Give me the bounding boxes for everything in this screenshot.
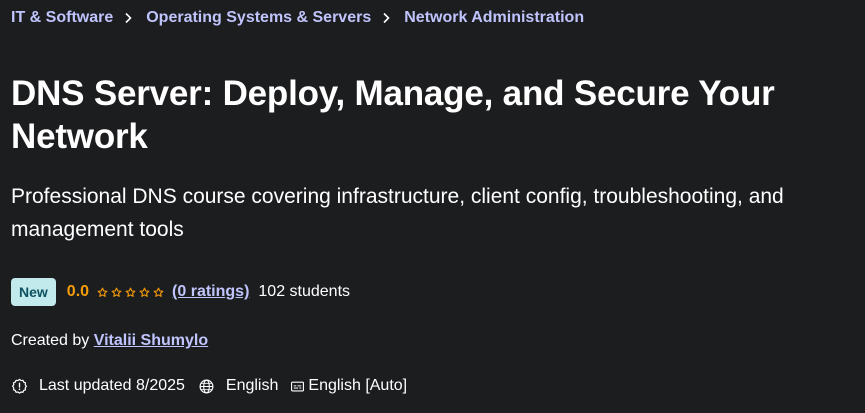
course-subtitle: Professional DNS course covering infrast… bbox=[11, 185, 784, 241]
globe-icon bbox=[199, 379, 214, 393]
breadcrumb-operating-systems-servers[interactable]: Operating Systems & Servers bbox=[146, 9, 371, 27]
created-by-label: Created by bbox=[11, 332, 90, 349]
language-text: English bbox=[225, 377, 279, 394]
created-by: Created by Vitalii Shumylo bbox=[11, 332, 208, 350]
star-outline-icon bbox=[153, 287, 164, 297]
chevron-right-icon bbox=[382, 12, 391, 24]
closed-captions-icon bbox=[291, 381, 305, 391]
rating-value: 0.0 bbox=[66, 283, 90, 300]
star-outline-icon bbox=[125, 287, 136, 297]
ratings-link[interactable]: (0 ratings) bbox=[172, 283, 249, 301]
course-title: DNS Server: Deploy, Manage, and Secure Y… bbox=[11, 74, 775, 156]
instructor-link[interactable]: Vitalii Shumylo bbox=[94, 332, 208, 349]
course-language: English bbox=[198, 377, 278, 395]
new-badge: New bbox=[11, 278, 56, 306]
star-outline-icon bbox=[111, 287, 122, 297]
captions-text: English [Auto] bbox=[308, 377, 408, 394]
star-outline-icon bbox=[97, 287, 108, 297]
breadcrumb: IT & Software Operating Systems & Server… bbox=[11, 9, 584, 27]
course-info-row: Last updated 8/2025 English English [Aut… bbox=[11, 377, 407, 395]
alert-badge-icon bbox=[12, 378, 27, 394]
student-count: 102 students bbox=[258, 283, 351, 300]
course-captions: English [Auto] bbox=[290, 377, 407, 395]
star-outline-icon bbox=[139, 287, 150, 297]
course-meta-row: New 0.0 (0 ratings) 102 students bbox=[11, 278, 350, 306]
chevron-right-icon bbox=[124, 12, 133, 24]
last-updated: Last updated 8/2025 bbox=[11, 377, 185, 395]
rating-stars bbox=[97, 287, 164, 298]
last-updated-text: Last updated 8/2025 bbox=[39, 377, 185, 394]
breadcrumb-it-software[interactable]: IT & Software bbox=[11, 9, 113, 27]
breadcrumb-network-administration[interactable]: Network Administration bbox=[404, 9, 584, 27]
